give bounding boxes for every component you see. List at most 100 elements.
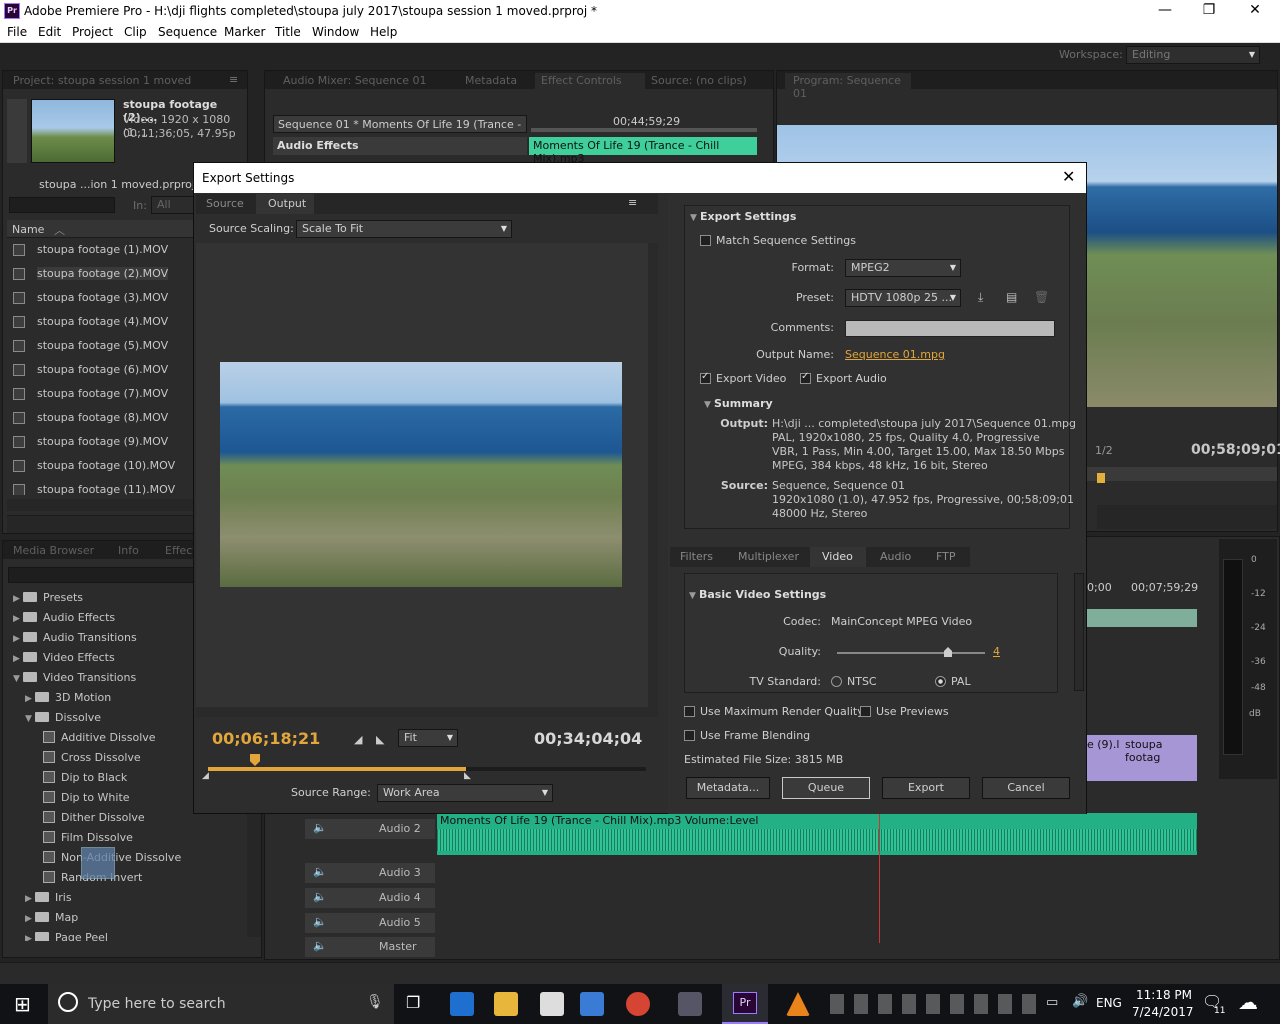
audio-tab[interactable]: Audio	[880, 550, 911, 563]
collapsed-arrow-icon[interactable]: ▶	[13, 594, 23, 604]
effects-folder[interactable]: ▶ Video Effects	[13, 651, 115, 664]
project-item[interactable]: stoupa footage (8).MOV	[13, 411, 168, 424]
microphone-icon[interactable]: 🎙	[366, 994, 384, 1010]
fit-dropdown[interactable]: Fit ▼	[398, 729, 458, 747]
collapsed-arrow-icon[interactable]: ▶	[25, 694, 35, 704]
multiplexer-tab[interactable]: Multiplexer	[738, 550, 799, 563]
metadata-button[interactable]: Metadata...	[686, 777, 770, 799]
video-tab[interactable]: Video	[810, 547, 866, 567]
transition-item[interactable]: Dip to White	[43, 791, 130, 804]
summary-header[interactable]: ▼ Summary	[704, 397, 773, 410]
track-header[interactable]: 🔈 Audio 4	[305, 888, 435, 908]
track-header[interactable]: 🔈 Master	[305, 937, 435, 957]
import-preset-icon[interactable]: ▤	[1006, 290, 1017, 304]
workspace-dropdown[interactable]: Editing ▼	[1126, 46, 1260, 64]
project-item[interactable]: stoupa footage (11).MOV	[13, 483, 175, 495]
close-icon[interactable]: ✕	[1232, 2, 1278, 18]
menu-file[interactable]: File	[7, 25, 27, 39]
language-indicator[interactable]: ENG	[1096, 996, 1122, 1010]
speaker-icon[interactable]: 🔈	[313, 821, 327, 834]
effect-controls-tab[interactable]: Effect Controls	[535, 73, 645, 89]
preview-h-scrollbar[interactable]	[196, 707, 658, 717]
cancel-button[interactable]: Cancel	[982, 777, 1070, 799]
taskbar-search-box[interactable]: Type here to search 🎙	[48, 984, 394, 1024]
audio-mixer-tab[interactable]: Audio Mixer: Sequence 01	[283, 74, 427, 87]
project-item[interactable]: stoupa footage (4).MOV	[13, 315, 168, 328]
quality-value[interactable]: 4	[993, 645, 1000, 658]
network-icon[interactable]: ▭	[1046, 995, 1058, 1010]
collapsed-arrow-icon[interactable]: ▶	[25, 894, 35, 904]
quality-slider[interactable]	[837, 652, 985, 654]
basic-video-header[interactable]: ▼ Basic Video Settings	[689, 588, 826, 601]
speaker-icon[interactable]: 🔈	[313, 915, 327, 928]
export-settings-header[interactable]: ▼ Export Settings	[690, 210, 796, 223]
info-tab[interactable]: Info	[118, 544, 139, 557]
output-name-link[interactable]: Sequence 01.mpg	[845, 348, 945, 361]
export-button[interactable]: Export	[882, 777, 970, 799]
project-item[interactable]: stoupa footage (10).MOV	[13, 459, 175, 472]
metadata-tab[interactable]: Metadata	[465, 74, 517, 87]
project-item[interactable]: stoupa footage (7).MOV	[13, 387, 168, 400]
preview-menu-icon[interactable]: ≡	[628, 196, 637, 209]
in-filter-dropdown[interactable]: All	[151, 196, 195, 214]
expanded-arrow-icon[interactable]: ▼	[13, 674, 23, 684]
effects-folder[interactable]: ▶ Page Peel	[25, 931, 108, 941]
timeline-video-strip[interactable]	[1087, 609, 1197, 627]
use-frame-blending-checkbox[interactable]: Use Frame Blending	[684, 729, 810, 742]
queue-button[interactable]: Queue	[782, 777, 870, 799]
track-header[interactable]: 🔈 Audio 2	[305, 819, 435, 839]
project-h-scrollbar[interactable]	[7, 499, 195, 511]
effects-folder[interactable]: ▼ Video Transitions	[13, 671, 136, 684]
tray-icons[interactable]	[830, 994, 1040, 1014]
media-player-icon[interactable]	[580, 992, 604, 1016]
edge-icon[interactable]	[450, 992, 474, 1016]
minimize-icon[interactable]: —	[1142, 2, 1188, 18]
preview-v-scrollbar[interactable]	[648, 243, 658, 707]
menu-sequence[interactable]: Sequence	[158, 25, 217, 39]
store-icon[interactable]	[540, 992, 564, 1016]
ftp-tab[interactable]: FTP	[936, 550, 956, 563]
panel-menu-icon[interactable]: ≡	[229, 73, 238, 86]
clock-time[interactable]: 11:18 PM	[1136, 988, 1192, 1002]
speaker-icon[interactable]: 🔈	[313, 890, 327, 903]
menu-marker[interactable]: Marker	[224, 25, 265, 39]
project-item[interactable]: stoupa footage (6).MOV	[13, 363, 168, 376]
speaker-icon[interactable]: 🔈	[313, 939, 327, 952]
menu-edit[interactable]: Edit	[38, 25, 61, 39]
vlc-icon[interactable]	[786, 992, 810, 1016]
project-item[interactable]: stoupa footage (9).MOV	[13, 435, 168, 448]
preset-dropdown[interactable]: HDTV 1080p 25 ... ▼	[845, 289, 961, 307]
collapsed-arrow-icon[interactable]: ▶	[13, 634, 23, 644]
program-tab[interactable]: Program: Sequence 01	[785, 73, 911, 100]
effects-folder[interactable]: ▶ Presets	[13, 591, 83, 604]
dialog-close-icon[interactable]: ✕	[1062, 167, 1075, 186]
project-item[interactable]: stoupa footage (5).MOV	[13, 339, 168, 352]
effects-tab[interactable]: Effect	[165, 544, 197, 557]
source-range-dropdown[interactable]: Work Area ▼	[377, 784, 553, 802]
collapsed-arrow-icon[interactable]: ▶	[13, 614, 23, 624]
project-item[interactable]: stoupa footage (1).MOV	[13, 243, 168, 256]
use-max-render-quality-checkbox[interactable]: Use Maximum Render Quality	[684, 705, 864, 718]
collapsed-arrow-icon[interactable]: ▶	[13, 654, 23, 664]
save-preset-icon[interactable]: ⤓	[978, 290, 983, 305]
playhead-marker-icon[interactable]	[250, 754, 260, 766]
chrome-icon[interactable]	[626, 992, 650, 1016]
export-video-checkbox[interactable]: Export Video	[700, 371, 786, 385]
program-zoom[interactable]: 1/2	[1095, 444, 1113, 457]
menu-project[interactable]: Project	[72, 25, 113, 39]
sequence-selector[interactable]: Sequence 01 * Moments Of Life 19 (Trance…	[273, 115, 527, 144]
menu-help[interactable]: Help	[370, 25, 397, 39]
volume-icon[interactable]: 🔊	[1072, 994, 1088, 1009]
effects-folder[interactable]: ▶ 3D Motion	[25, 691, 111, 704]
range-start-handle-icon[interactable]: ◢	[202, 771, 209, 781]
weather-icon[interactable]: ☁	[1238, 990, 1258, 1014]
effects-folder[interactable]: ▼ Dissolve	[25, 711, 101, 724]
format-dropdown[interactable]: MPEG2 ▼	[845, 259, 961, 277]
timeline-clip-2[interactable]: stoupa footag	[1123, 735, 1197, 781]
app-icon[interactable]	[678, 992, 702, 1016]
set-in-point-icon[interactable]: ◢	[354, 733, 362, 746]
media-browser-tab[interactable]: Media Browser	[13, 544, 94, 557]
ntsc-radio[interactable]: NTSC	[831, 675, 877, 688]
restore-icon[interactable]: ❐	[1186, 2, 1232, 18]
transition-item[interactable]: Dither Dissolve	[43, 811, 145, 824]
